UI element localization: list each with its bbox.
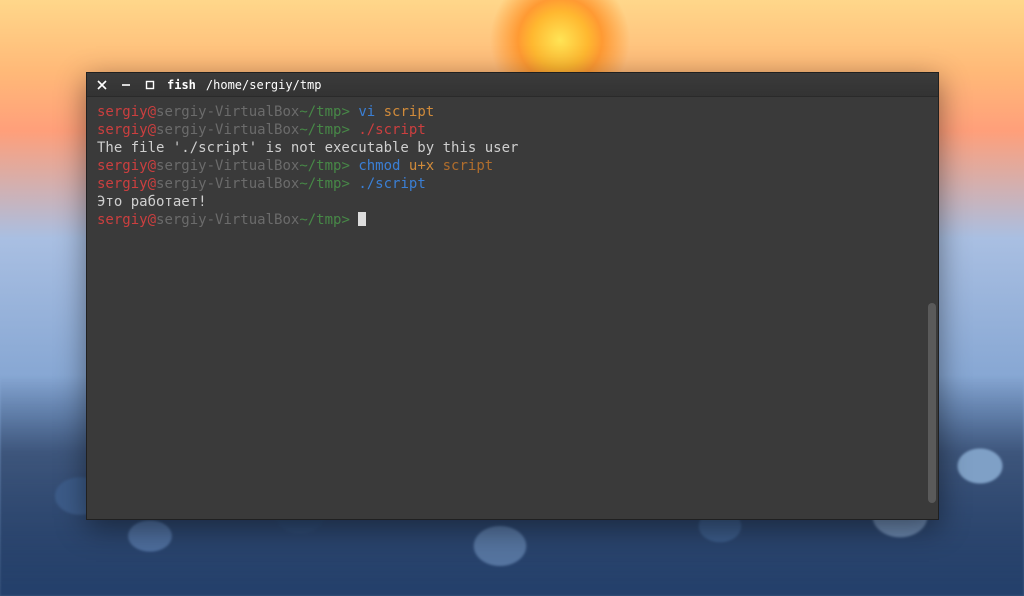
terminal-line: sergiy@sergiy-VirtualBox~/tmp> vi script — [97, 103, 928, 121]
maximize-icon[interactable] — [143, 78, 157, 92]
terminal-body[interactable]: sergiy@sergiy-VirtualBox~/tmp> vi script… — [87, 97, 938, 519]
window-subtitle: /home/sergiy/tmp — [206, 78, 322, 92]
terminal-line: sergiy@sergiy-VirtualBox~/tmp> chmod u+x… — [97, 157, 928, 175]
window-title: fish — [167, 78, 196, 92]
terminal-window: fish /home/sergiy/tmp sergiy@sergiy-Virt… — [86, 72, 939, 520]
terminal-line: sergiy@sergiy-VirtualBox~/tmp> — [97, 211, 928, 229]
desktop-wallpaper: fish /home/sergiy/tmp sergiy@sergiy-Virt… — [0, 0, 1024, 596]
terminal-line: sergiy@sergiy-VirtualBox~/tmp> ./script — [97, 121, 928, 139]
close-icon[interactable] — [95, 78, 109, 92]
scrollbar[interactable] — [928, 303, 936, 503]
titlebar[interactable]: fish /home/sergiy/tmp — [87, 73, 938, 97]
minimize-icon[interactable] — [119, 78, 133, 92]
terminal-line: The file './script' is not executable by… — [97, 139, 928, 157]
cursor — [358, 212, 366, 226]
terminal-line: sergiy@sergiy-VirtualBox~/tmp> ./script — [97, 175, 928, 193]
terminal-line: Это работает! — [97, 193, 928, 211]
